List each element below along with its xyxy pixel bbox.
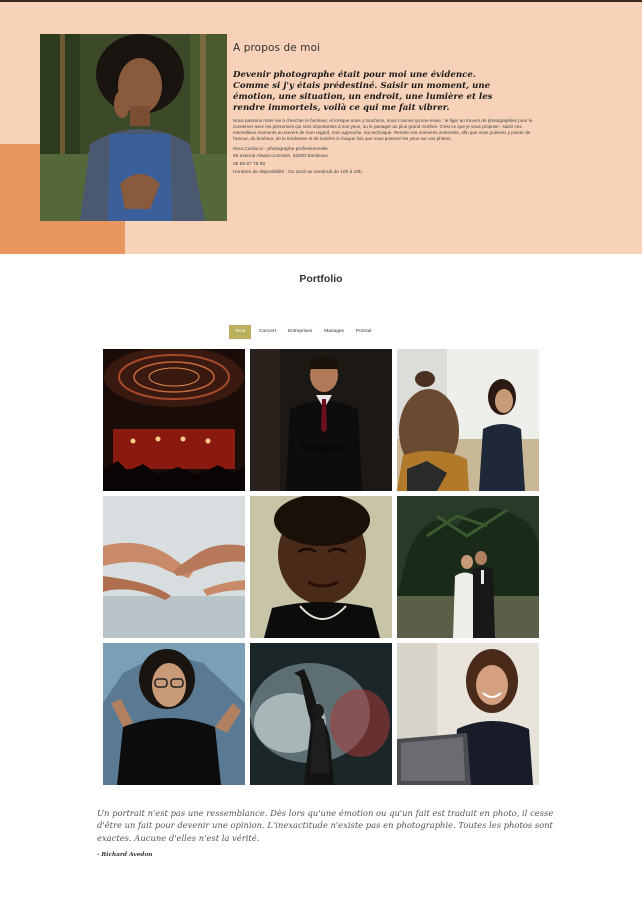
about-contact: Nina Carducci - photographe professionne…	[233, 146, 533, 177]
filter-concert[interactable]: Concert	[253, 325, 282, 339]
filter-mariages[interactable]: Mariages	[318, 325, 350, 339]
filter-tous[interactable]: Tous	[229, 325, 252, 339]
gallery-image-concert-dancer[interactable]	[250, 643, 392, 785]
about-lead-line: Devenir photographe était pour moi une é…	[233, 70, 476, 80]
contact-name: Nina Carducci - photographe professionne…	[233, 146, 328, 152]
quote-text: Un portrait n'est pas une ressemblance. …	[97, 807, 554, 844]
gallery-image-woman-laptop[interactable]	[397, 643, 539, 785]
about-lead-line: émotion, une situation, un endroit, une …	[233, 92, 493, 102]
gallery-image-hands-wedding[interactable]	[103, 496, 245, 638]
gallery-image-business-man[interactable]	[250, 349, 392, 491]
filter-entreprises[interactable]: Entreprises	[282, 325, 318, 339]
quote-block: Un portrait n'est pas une ressemblance. …	[97, 807, 554, 861]
about-section: A propos de moi Devenir photographe étai…	[0, 2, 642, 254]
contact-address: 66 avenue Alsace-Lorraine, 33200 Bordeau…	[233, 154, 328, 160]
contact-hours: Horaires de disponibilité : Du lundi au …	[233, 170, 363, 176]
about-body: Nous passons notre vie à chercher le bon…	[233, 118, 533, 141]
portfolio-filters: Tous Concert Entreprises Mariages Portra…	[229, 325, 377, 339]
about-lead-line: rendre immortels, voilà ce qui me fait v…	[233, 103, 450, 113]
gallery-image-wedding-couple[interactable]	[397, 496, 539, 638]
about-lead-line: Comme si j'y étais prédestiné. Saisir un…	[233, 81, 491, 91]
quote-line: d'être un fait pour devenir une opinion.…	[97, 820, 553, 831]
gallery-image-concert-stage[interactable]	[103, 349, 245, 491]
gallery-image-portrait-woman-glasses[interactable]	[103, 643, 245, 785]
about-photo	[40, 34, 227, 221]
about-lead: Devenir photographe était pour moi une é…	[233, 70, 533, 114]
about-content: A propos de moi Devenir photographe étai…	[233, 42, 533, 177]
quote-line: exactes. Aucune d'elles n'est la vérité.	[97, 832, 260, 843]
gallery-image-business-meeting[interactable]	[397, 349, 539, 491]
quote-author: - Richard Avedon	[97, 851, 153, 858]
gallery-image-portrait-man[interactable]	[250, 496, 392, 638]
portfolio-gallery	[103, 349, 539, 785]
about-title: A propos de moi	[233, 42, 321, 54]
portfolio-title: Portfolio	[299, 273, 343, 285]
quote-line: Un portrait n'est pas une ressemblance. …	[97, 808, 554, 818]
contact-phone: 05 56 67 78 89	[233, 162, 266, 168]
filter-portrait[interactable]: Portrait	[350, 325, 377, 339]
